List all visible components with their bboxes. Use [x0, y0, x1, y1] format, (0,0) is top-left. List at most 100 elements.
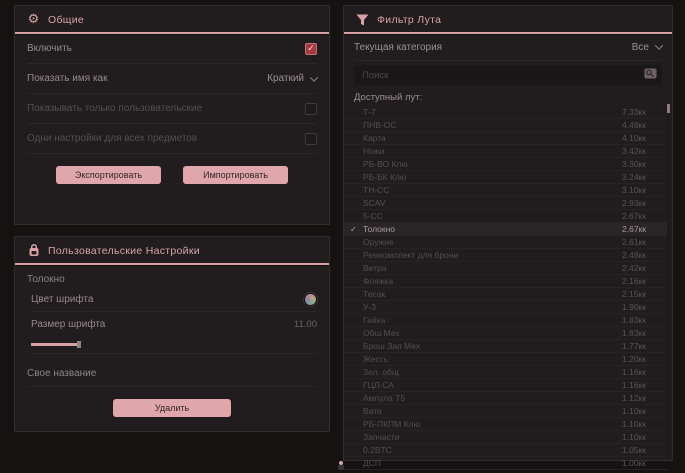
loot-item-value: 3.42кк: [622, 146, 646, 156]
loot-row[interactable]: У-3 1.90кк: [344, 301, 668, 314]
bottom-center-figure-icon: [336, 456, 346, 470]
loot-row[interactable]: Карта 4.10кк: [344, 132, 668, 145]
loot-item-value: 1.20кк: [622, 354, 646, 364]
enable-checkbox[interactable]: ✓: [305, 43, 317, 55]
check-icon: ✓: [350, 223, 357, 236]
loot-item-name: Жесть: [363, 354, 388, 364]
loot-row[interactable]: Ремкомплект для брони 2.48кк: [344, 249, 668, 262]
search-input[interactable]: Поиск: [354, 65, 662, 85]
loot-row[interactable]: 5-СС2.67кк: [344, 210, 668, 223]
loot-row[interactable]: Обш Мех 1.83кк: [344, 327, 668, 340]
export-button[interactable]: Экспортировать: [56, 166, 161, 184]
loot-row[interactable]: ДСП1.00кк: [344, 457, 668, 470]
loot-item-value: 2.93кк: [622, 198, 646, 208]
loot-item-value: 1.10кк: [622, 406, 646, 416]
loot-item-name: Ветра: [363, 263, 386, 273]
loot-item-name: Ремкомплект для брони: [363, 250, 458, 260]
filter-panel-title: Фильтр Лута: [377, 14, 441, 26]
loot-row[interactable]: РБ-ПКПМ Клю1.10кк: [344, 418, 668, 431]
funnel-icon: [356, 13, 369, 26]
delete-row: Удалить: [15, 399, 329, 417]
loot-row[interactable]: Ампула Т51.12кк: [344, 392, 668, 405]
only-custom-checkbox[interactable]: [305, 103, 317, 115]
loot-item-value: 1.77кк: [622, 341, 646, 351]
loot-list-scrollbar[interactable]: [667, 102, 670, 460]
gear-icon: ⚙: [27, 13, 40, 26]
slider-handle[interactable]: [77, 341, 81, 348]
loot-item-value: 1.90кк: [622, 302, 646, 312]
custom-name-input[interactable]: Свое название: [27, 360, 317, 387]
loot-row[interactable]: Оружие2.61кк: [344, 236, 668, 249]
loot-row[interactable]: Т-77.33кк: [344, 106, 668, 119]
loot-item-name: ГЦЛ-СА: [363, 380, 394, 390]
loot-row[interactable]: РБ-ВО Клю 3.30кк: [344, 158, 668, 171]
loot-item-value: 3.24кк: [622, 172, 646, 182]
loot-row[interactable]: РБ-БК Клю 3.24кк: [344, 171, 668, 184]
loot-item-value: 3.30кк: [622, 159, 646, 169]
slider-fill: [31, 343, 79, 346]
loot-item-name: Зел. общ: [363, 367, 399, 377]
loot-item-value: 4.10кк: [622, 133, 646, 143]
scrollbar-thumb[interactable]: [667, 104, 670, 113]
divider: [31, 353, 317, 354]
font-color-row: Цвет шрифта: [31, 287, 317, 312]
loot-row[interactable]: Зел. общ 1.16кк: [344, 366, 668, 379]
loot-row[interactable]: Ножи3.42кк: [344, 145, 668, 158]
loot-row[interactable]: Жесть 1.20кк: [344, 353, 668, 366]
loot-row[interactable]: Ветра 2.42кк: [344, 262, 668, 275]
loot-row[interactable]: ТН-СС 3.10кк: [344, 184, 668, 197]
loot-item-name: РБ-ПКПМ Клю: [363, 419, 420, 429]
name-display-label: Показать имя как: [27, 73, 107, 84]
loot-item-value: 1.83кк: [622, 328, 646, 338]
loot-row[interactable]: 0.2BTC1.05кк: [344, 444, 668, 457]
loot-item-value: 1.16кк: [622, 367, 646, 377]
only-custom-label: Показывать только пользовательские: [27, 103, 202, 114]
loot-item-value: 2.16кк: [622, 276, 646, 286]
loot-item-name: ТН-СС: [363, 185, 389, 195]
header-divider: [15, 263, 329, 265]
setting-row-only-custom: Показывать только пользовательские: [27, 94, 317, 124]
loot-item-name: У-3: [363, 302, 376, 312]
loot-row[interactable]: Запчасти1.10кк: [344, 431, 668, 444]
loot-row[interactable]: Вата1.10кк: [344, 405, 668, 418]
loot-row[interactable]: ПНВ-ОС4.48кк: [344, 119, 668, 132]
loot-item-value: 2.48кк: [622, 250, 646, 260]
loot-row[interactable]: ГЦЛ-СА1.16кк: [344, 379, 668, 392]
chevron-down-icon: [310, 73, 318, 81]
loot-item-name: Карта: [363, 133, 386, 143]
custom-panel-title: Пользовательские Настройки: [48, 245, 200, 257]
color-picker-icon[interactable]: [304, 293, 317, 306]
name-display-dropdown[interactable]: Краткий: [267, 73, 317, 84]
loot-row[interactable]: Фляжка 2.16кк: [344, 275, 668, 288]
loot-item-value: 3.10кк: [622, 185, 646, 195]
custom-name-placeholder: Свое название: [27, 368, 96, 379]
search-placeholder: Поиск: [362, 70, 388, 81]
import-button[interactable]: Импортировать: [183, 166, 288, 184]
enable-label: Включить: [27, 43, 72, 54]
delete-button[interactable]: Удалить: [113, 399, 231, 417]
loot-row[interactable]: Тесак2.15кк: [344, 288, 668, 301]
export-import-row: Экспортировать Импортировать: [15, 166, 329, 184]
loot-item-value: 2.67кк: [622, 211, 646, 221]
loot-row[interactable]: SCAV2.93кк: [344, 197, 668, 210]
category-row: Текущая категория Все: [354, 34, 662, 61]
category-dropdown[interactable]: Все: [632, 42, 662, 53]
loot-item-name: ДСП: [363, 458, 381, 468]
loot-item-name: Тесак: [363, 289, 385, 299]
loot-item-value: 4.48кк: [622, 120, 646, 130]
loot-item-name: РБ-ВО Клю: [363, 159, 408, 169]
loot-item-name: Фляжка: [363, 276, 393, 286]
name-display-value: Краткий: [267, 73, 304, 84]
loot-row[interactable]: ✓Толокно2.67кк: [344, 223, 668, 236]
search-icon: [644, 66, 657, 84]
loot-item-value: 2.42кк: [622, 263, 646, 273]
loot-item-name: Ампула Т5: [363, 393, 405, 403]
font-size-slider[interactable]: [31, 340, 317, 349]
loot-row[interactable]: Гайка1.83кк: [344, 314, 668, 327]
loot-item-name: РБ-БК Клю: [363, 172, 406, 182]
loot-item-name: Т-7: [363, 107, 376, 117]
loot-item-name: 0.2BTC: [363, 445, 392, 455]
same-settings-checkbox[interactable]: [305, 133, 317, 145]
loot-row[interactable]: Брош Зап Мех1.77кк: [344, 340, 668, 353]
loot-item-name: Обш Мех: [363, 328, 400, 338]
